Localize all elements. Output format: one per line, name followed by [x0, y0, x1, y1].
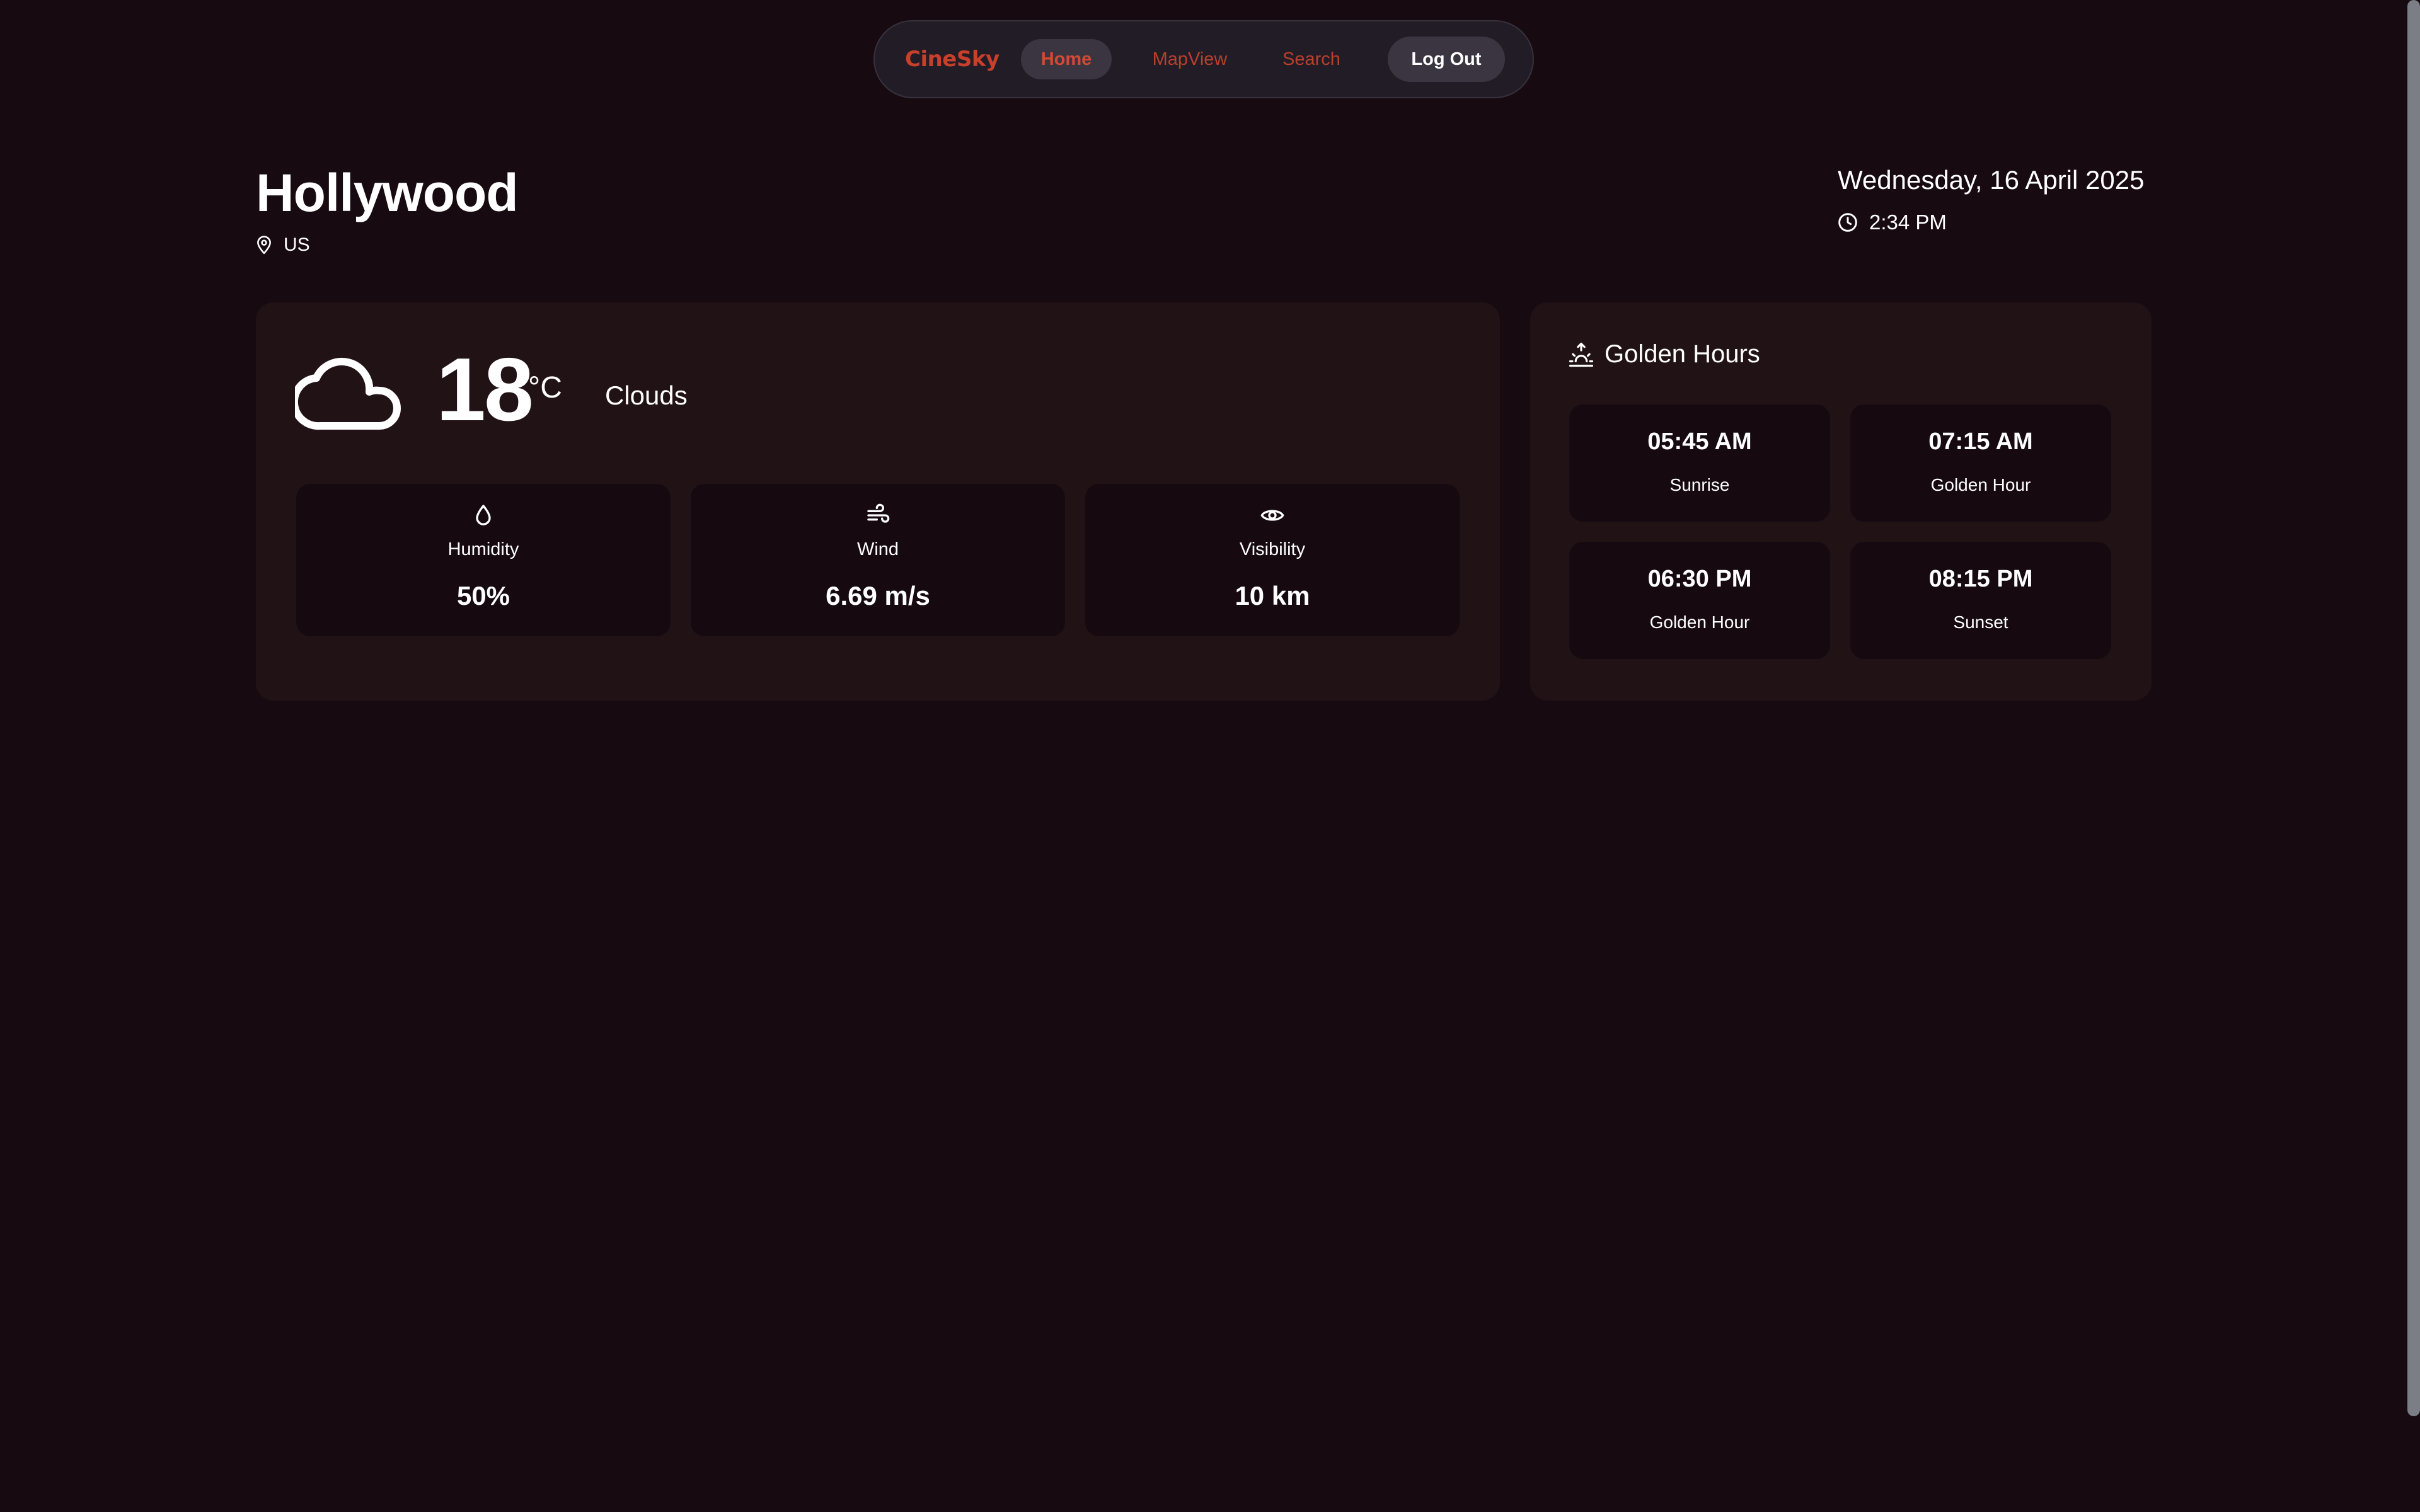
logout-button[interactable]: Log Out	[1388, 37, 1505, 82]
wind-icon	[867, 503, 890, 523]
golden-hour-label: Sunrise	[1669, 475, 1730, 495]
sunrise-icon	[1569, 342, 1594, 367]
stat-label: Humidity	[447, 539, 519, 559]
city-title: Hollywood	[256, 163, 519, 222]
stat-label: Visibility	[1239, 539, 1306, 559]
stat-label: Wind	[856, 539, 899, 559]
wind-stat: Wind 6.69 m/s	[691, 484, 1065, 636]
temperature-unit: °C	[528, 371, 562, 404]
stat-value: 50%	[456, 581, 510, 610]
stat-value: 6.69 m/s	[826, 581, 930, 610]
golden-hour-time: 05:45 AM	[1647, 428, 1752, 455]
eye-icon	[1260, 510, 1284, 521]
stat-value: 10 km	[1235, 581, 1310, 610]
weather-card: 18 °C Clouds Humidity 50% Wind 6.69 m/s …	[256, 302, 1500, 701]
nav-link-mapview[interactable]: MapView	[1133, 39, 1247, 79]
golden-hour-time: 07:15 AM	[1928, 428, 2033, 455]
weather-condition: Clouds	[605, 381, 688, 410]
droplet-icon	[476, 505, 491, 525]
golden-hour-tile: 05:45 AM Sunrise	[1569, 404, 1830, 522]
golden-hour-time: 06:30 PM	[1647, 566, 1752, 592]
visibility-stat: Visibility 10 km	[1085, 484, 1460, 636]
nav-link-home[interactable]: Home	[1021, 39, 1112, 79]
current-date: Wednesday, 16 April 2025	[1838, 165, 2145, 195]
top-nav: CineSky Home MapView Search Log Out	[873, 20, 1534, 98]
country-label: US	[284, 234, 310, 255]
page-scrollbar[interactable]	[2407, 0, 2420, 1416]
temperature-value: 18	[436, 340, 534, 440]
nav-link-search[interactable]: Search	[1259, 39, 1364, 79]
golden-hour-label: Sunset	[1953, 612, 2008, 632]
cloud-icon	[295, 357, 401, 430]
golden-hours-header: Golden Hours	[1568, 340, 1760, 369]
brand-logo[interactable]: CineSky	[905, 47, 1000, 72]
golden-hour-time: 08:15 PM	[1928, 566, 2033, 592]
map-pin-icon	[257, 236, 271, 255]
clock-icon	[1838, 213, 1857, 232]
humidity-stat: Humidity 50%	[296, 484, 671, 636]
golden-hour-tile: 07:15 AM Golden Hour	[1850, 404, 2111, 522]
current-time: 2:34 PM	[1869, 210, 1947, 234]
golden-hours-card: Golden Hours 05:45 AM Sunrise 07:15 AM G…	[1530, 302, 2152, 701]
country-row: US	[256, 234, 310, 256]
golden-hours-title: Golden Hours	[1605, 340, 1760, 368]
golden-hour-tile: 08:15 PM Sunset	[1850, 542, 2111, 659]
golden-hour-label: Golden Hour	[1930, 475, 2031, 495]
golden-hour-label: Golden Hour	[1649, 612, 1750, 632]
golden-hour-tile: 06:30 PM Golden Hour	[1569, 542, 1830, 659]
time-row: 2:34 PM	[1838, 210, 1947, 234]
